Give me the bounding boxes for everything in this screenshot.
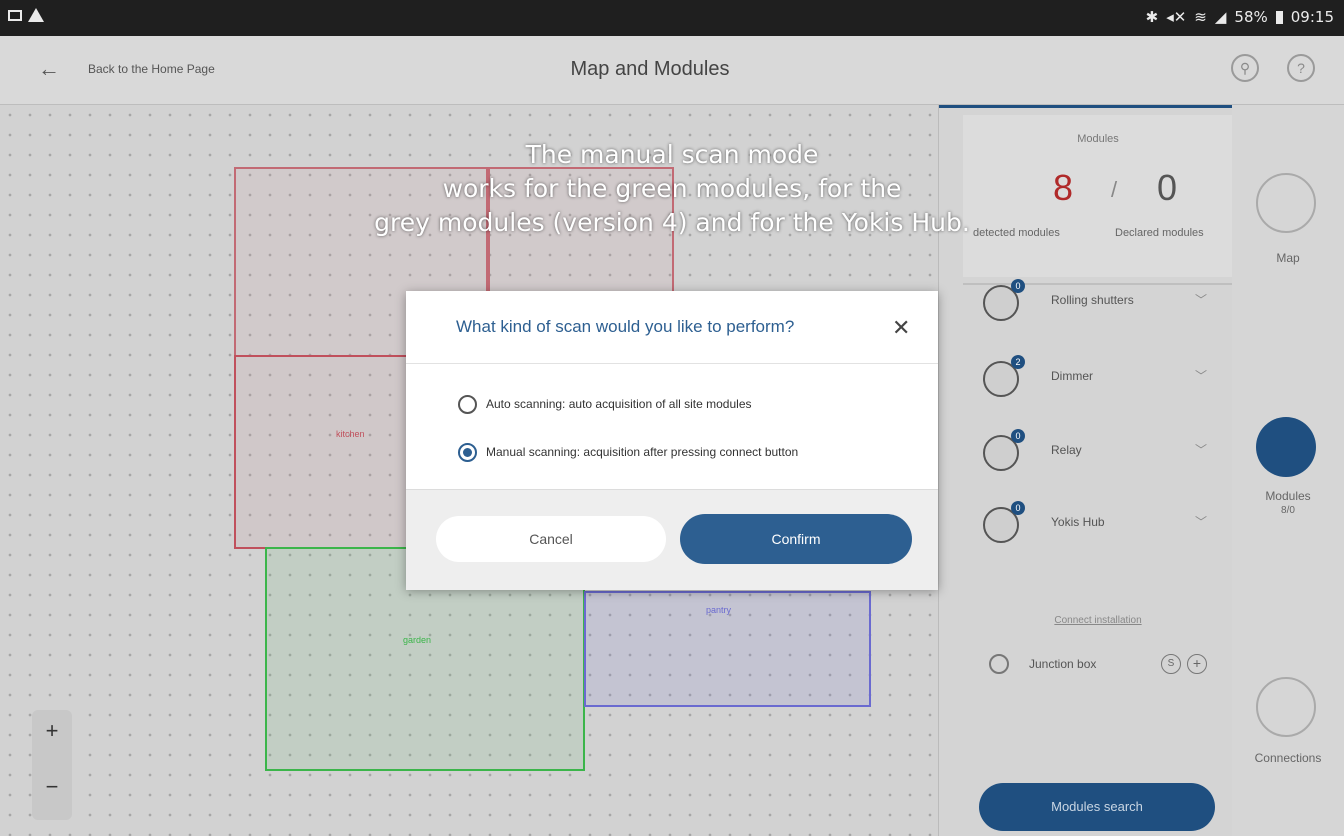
junction-label: Junction box bbox=[1029, 657, 1097, 671]
module-label: Relay bbox=[1051, 443, 1082, 457]
scan-mode-dialog: What kind of scan would you like to perf… bbox=[406, 291, 938, 590]
close-icon[interactable]: ✕ bbox=[892, 315, 910, 341]
module-count-badge: 0 bbox=[1011, 429, 1025, 443]
auto-scan-label: Auto scanning: auto acquisition of all s… bbox=[486, 397, 752, 411]
caption-line: grey modules (version 4) and for the Yok… bbox=[374, 208, 970, 237]
zoom-control: + − bbox=[32, 710, 72, 820]
room-label: pantry bbox=[706, 605, 732, 615]
auto-scan-option[interactable]: Auto scanning: auto acquisition of all s… bbox=[458, 394, 918, 416]
zoom-in-button[interactable]: + bbox=[32, 718, 72, 744]
module-count-badge: 0 bbox=[1011, 279, 1025, 293]
battery-icon bbox=[1275, 10, 1283, 24]
module-label: Dimmer bbox=[1051, 369, 1093, 383]
cancel-button[interactable]: Cancel bbox=[436, 516, 666, 562]
chevron-down-icon[interactable]: ﹀ bbox=[1195, 291, 1207, 308]
module-count-badge: 2 bbox=[1011, 355, 1025, 369]
zoom-out-button[interactable]: − bbox=[32, 774, 72, 800]
caption-line: works for the green modules, for the bbox=[442, 174, 902, 203]
wifi-icon: ≋ bbox=[1194, 8, 1207, 26]
chevron-down-icon[interactable]: ﹀ bbox=[1195, 441, 1207, 458]
bluetooth-icon: ✱ bbox=[1145, 8, 1159, 26]
manual-scan-label: Manual scanning: acquisition after press… bbox=[486, 445, 799, 459]
tutorial-caption: The manual scan mode works for the green… bbox=[230, 138, 1114, 240]
dialog-divider bbox=[406, 363, 938, 364]
junction-radio[interactable] bbox=[989, 654, 1009, 674]
right-navigation-rail: Map Modules 8/0 Connections bbox=[1232, 105, 1344, 836]
connections-nav-button[interactable] bbox=[1256, 677, 1316, 737]
battery-level: 58% bbox=[1234, 8, 1268, 26]
search-icon[interactable]: ⚲ bbox=[1231, 54, 1259, 82]
status-bar: ✱ ◂✕ ≋ ◢ 58% 09:15 bbox=[0, 0, 1344, 36]
module-row-yokis-hub[interactable]: 0 Yokis Hub ﹀ bbox=[983, 501, 1213, 557]
manual-scan-radio[interactable] bbox=[458, 443, 477, 462]
connect-installation-link[interactable]: Connect installation bbox=[963, 615, 1233, 626]
manual-scan-option[interactable]: Manual scanning: acquisition after press… bbox=[458, 442, 918, 464]
image-notification-icon bbox=[8, 9, 22, 21]
map-nav-label: Map bbox=[1276, 251, 1300, 265]
modules-nav-count: 8/0 bbox=[1281, 505, 1295, 516]
module-count-badge: 0 bbox=[1011, 501, 1025, 515]
dialog-footer: Cancel Confirm bbox=[406, 489, 938, 590]
signal-icon: ◢ bbox=[1214, 8, 1227, 26]
map-nav-button[interactable] bbox=[1256, 173, 1316, 233]
settings-icon[interactable]: S bbox=[1161, 654, 1181, 674]
dialog-title: What kind of scan would you like to perf… bbox=[456, 317, 795, 336]
modules-nav-label: Modules bbox=[1265, 489, 1311, 503]
chevron-down-icon[interactable]: ﹀ bbox=[1195, 367, 1207, 384]
caption-line: The manual scan mode bbox=[525, 140, 819, 169]
page-title: Map and Modules bbox=[570, 58, 730, 80]
confirm-button[interactable]: Confirm bbox=[680, 514, 912, 564]
module-row-rolling-shutters[interactable]: 0 Rolling shutters ﹀ bbox=[983, 279, 1213, 335]
module-row-dimmer[interactable]: 2 Dimmer ﹀ bbox=[983, 355, 1213, 411]
module-label: Yokis Hub bbox=[1051, 515, 1105, 529]
modules-search-button[interactable]: Modules search bbox=[979, 783, 1215, 831]
map-room-pantry[interactable]: pantry bbox=[584, 591, 871, 707]
auto-scan-radio[interactable] bbox=[458, 395, 477, 414]
module-label: Rolling shutters bbox=[1051, 293, 1134, 307]
modules-nav-button[interactable] bbox=[1256, 417, 1316, 477]
panel-accent-bar bbox=[939, 105, 1232, 108]
add-icon[interactable]: + bbox=[1187, 654, 1207, 674]
warning-icon bbox=[28, 8, 44, 22]
help-icon[interactable]: ? bbox=[1287, 54, 1315, 82]
mute-icon: ◂✕ bbox=[1166, 8, 1187, 26]
declared-count: 0 bbox=[1157, 167, 1178, 208]
declared-caption: Declared modules bbox=[1115, 227, 1204, 239]
module-row-relay[interactable]: 0 Relay ﹀ bbox=[983, 429, 1213, 485]
app-header: ← Back to the Home Page Map and Modules … bbox=[0, 36, 1344, 105]
room-label: garden bbox=[403, 635, 432, 645]
junction-box-row[interactable]: Junction box S + bbox=[989, 650, 1219, 680]
connections-nav-label: Connections bbox=[1254, 751, 1322, 765]
chevron-down-icon[interactable]: ﹀ bbox=[1195, 513, 1207, 530]
clock: 09:15 bbox=[1290, 8, 1334, 26]
room-label: kitchen bbox=[336, 429, 365, 439]
